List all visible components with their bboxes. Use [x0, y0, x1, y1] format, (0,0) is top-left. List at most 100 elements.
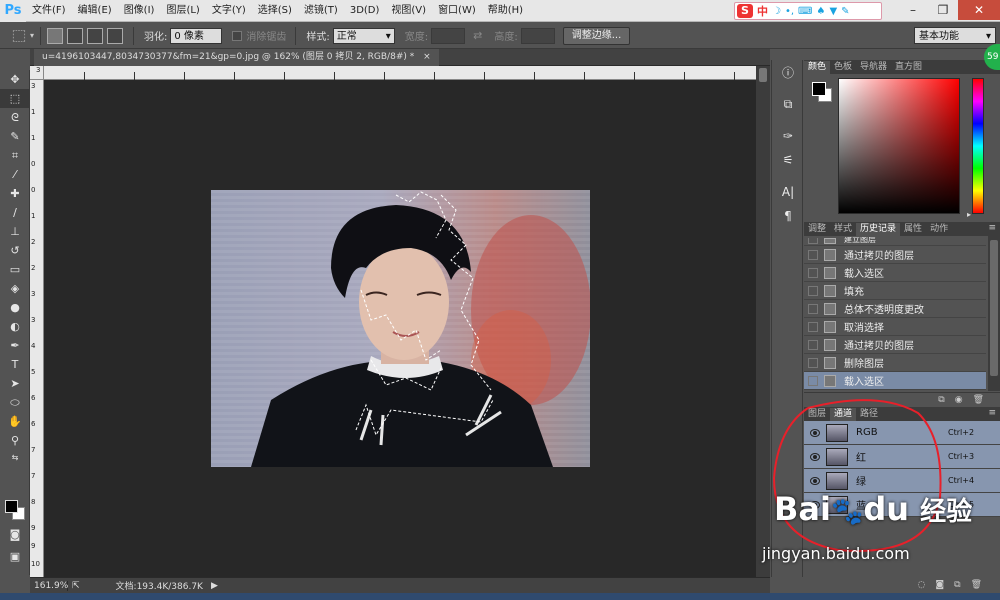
zoom-level[interactable]: 161.9%	[30, 580, 68, 591]
history-item[interactable]: 总体不透明度更改	[804, 300, 986, 318]
menu-image[interactable]: 图像(I)	[118, 0, 161, 22]
brush-preset-icon[interactable]: ✑	[772, 124, 804, 148]
close-tab-icon[interactable]: ×	[423, 52, 431, 62]
history-checkbox[interactable]	[808, 357, 818, 368]
load-selection-icon[interactable]: ◌	[918, 580, 926, 590]
shape-tool-icon[interactable]: ⬭	[0, 393, 30, 412]
menu-select[interactable]: 选择(S)	[252, 0, 298, 22]
tab-color[interactable]: 颜色	[804, 61, 831, 74]
menu-file[interactable]: 文件(F)	[26, 0, 72, 22]
ime-lang-indicator[interactable]: 中	[757, 3, 768, 19]
antialias-checkbox[interactable]	[232, 30, 243, 41]
crop-tool-icon[interactable]: ⌗	[0, 146, 30, 165]
tab-history[interactable]: 历史记录	[856, 223, 901, 236]
scrollbar-thumb[interactable]	[990, 240, 998, 376]
tab-styles[interactable]: 样式	[830, 223, 856, 236]
preset-dropdown-icon[interactable]: ▾	[30, 31, 34, 40]
history-item[interactable]: 删除图层	[804, 354, 986, 372]
menu-help[interactable]: 帮助(H)	[482, 0, 529, 22]
add-selection-icon[interactable]	[67, 27, 84, 44]
hue-slider-handle-icon[interactable]: ▸	[967, 210, 971, 219]
history-brush-tool-icon[interactable]: ↺	[0, 241, 30, 260]
tab-histogram[interactable]: 直方图	[891, 61, 926, 74]
brush-tool-icon[interactable]: ∕	[0, 203, 30, 222]
healing-brush-tool-icon[interactable]: ✚	[0, 184, 30, 203]
color-picker-field[interactable]	[838, 78, 960, 214]
tab-navigator[interactable]: 导航器	[856, 61, 891, 74]
info-icon[interactable]: ⓘ	[772, 60, 804, 84]
eyedropper-tool-icon[interactable]: ⁄	[0, 165, 30, 184]
status-menu-icon[interactable]: ▶	[211, 581, 218, 591]
menu-view[interactable]: 视图(V)	[385, 0, 432, 22]
tab-swatches[interactable]: 色板	[830, 61, 856, 74]
pen-tool-icon[interactable]: ✒	[0, 336, 30, 355]
menu-window[interactable]: 窗口(W)	[432, 0, 482, 22]
history-item[interactable]: 载入选区	[804, 264, 986, 282]
document-tab[interactable]: u=4196103447,8034730377&fm=21&gp=0.jpg @…	[34, 49, 439, 66]
save-selection-icon[interactable]: ◙	[935, 580, 944, 590]
snapshot-icon[interactable]: ◉	[955, 395, 963, 405]
export-icon[interactable]: ⇱	[72, 581, 80, 591]
history-item-selected[interactable]: 载入选区	[804, 372, 986, 390]
menu-3d[interactable]: 3D(D)	[344, 0, 386, 22]
minimize-icon[interactable]: –	[898, 0, 928, 20]
panel-menu-icon[interactable]: ≡	[988, 223, 996, 233]
intersect-selection-icon[interactable]	[107, 27, 124, 44]
moon-icon[interactable]: ☽	[772, 6, 781, 17]
shirt-icon[interactable]: ▼	[829, 6, 837, 17]
history-scrollbar[interactable]	[988, 236, 1000, 391]
style-select[interactable]: 正常	[332, 27, 395, 45]
history-item[interactable]: 取消选择	[804, 318, 986, 336]
tab-adjustments[interactable]: 调整	[804, 223, 830, 236]
refine-edge-button[interactable]: 调整边缘...	[562, 26, 631, 45]
quick-select-tool-icon[interactable]: ✎	[0, 127, 30, 146]
clone-stamp-tool-icon[interactable]: ⊥	[0, 222, 30, 241]
paint-bucket-tool-icon[interactable]: ◈	[0, 279, 30, 298]
dodge-tool-icon[interactable]: ◐	[0, 317, 30, 336]
document-image[interactable]	[211, 190, 590, 467]
history-checkbox[interactable]	[808, 249, 818, 260]
history-checkbox[interactable]	[808, 321, 818, 332]
punctuation-icon[interactable]: •,	[785, 6, 794, 17]
path-select-tool-icon[interactable]: ➤	[0, 374, 30, 393]
scrollbar-thumb[interactable]	[759, 68, 767, 82]
swap-colors-icon[interactable]: ⇆	[0, 450, 30, 464]
horizontal-ruler[interactable]: 3	[36, 66, 756, 80]
history-checkbox[interactable]	[808, 375, 818, 386]
trash-icon[interactable]: 🗑	[971, 580, 982, 590]
menu-type[interactable]: 文字(Y)	[206, 0, 252, 22]
history-checkbox[interactable]	[808, 285, 818, 296]
hue-slider[interactable]	[972, 78, 984, 214]
tab-actions[interactable]: 动作	[926, 223, 952, 236]
panel-menu-icon[interactable]: ≡	[988, 408, 996, 418]
sogou-ime-bar[interactable]: S 中 ☽ •, ⌨ ♠ ▼ ✎	[734, 2, 882, 20]
menu-layer[interactable]: 图层(L)	[160, 0, 205, 22]
restore-icon[interactable]: ❐	[928, 0, 958, 20]
history-item[interactable]: 通过拷贝的图层	[804, 246, 986, 264]
history-checkbox[interactable]	[808, 267, 818, 278]
clone-source-icon[interactable]: ⧉	[772, 92, 804, 116]
character-icon[interactable]: A|	[772, 180, 804, 204]
paragraph-icon[interactable]: ¶	[772, 204, 804, 228]
marquee-tool-icon[interactable]: ⬚	[0, 89, 30, 108]
tab-properties[interactable]: 属性	[900, 223, 926, 236]
quick-mask-icon[interactable]: ◙	[0, 525, 30, 544]
menu-filter[interactable]: 滤镜(T)	[298, 0, 344, 22]
panel-foreground-swatch[interactable]	[812, 82, 826, 96]
new-channel-icon[interactable]: ⧉	[954, 580, 960, 590]
brush-settings-icon[interactable]: ⚟	[772, 148, 804, 172]
history-checkbox[interactable]	[808, 303, 818, 314]
marquee-preset-icon[interactable]	[12, 30, 26, 41]
swap-icon[interactable]: ⇄	[473, 29, 482, 42]
foreground-color-swatch[interactable]	[5, 500, 18, 513]
trash-icon[interactable]: 🗑	[973, 395, 984, 405]
skin-icon[interactable]: ♠	[816, 6, 825, 17]
subtract-selection-icon[interactable]	[87, 27, 104, 44]
blur-tool-icon[interactable]: ●	[0, 298, 30, 317]
lasso-tool-icon[interactable]: ᘓ	[0, 108, 30, 127]
menu-edit[interactable]: 编辑(E)	[72, 0, 118, 22]
history-item[interactable]: 填充	[804, 282, 986, 300]
feather-input[interactable]: 0 像素	[170, 27, 223, 44]
eraser-tool-icon[interactable]: ▭	[0, 260, 30, 279]
zoom-tool-icon[interactable]: ⚲	[0, 431, 30, 450]
